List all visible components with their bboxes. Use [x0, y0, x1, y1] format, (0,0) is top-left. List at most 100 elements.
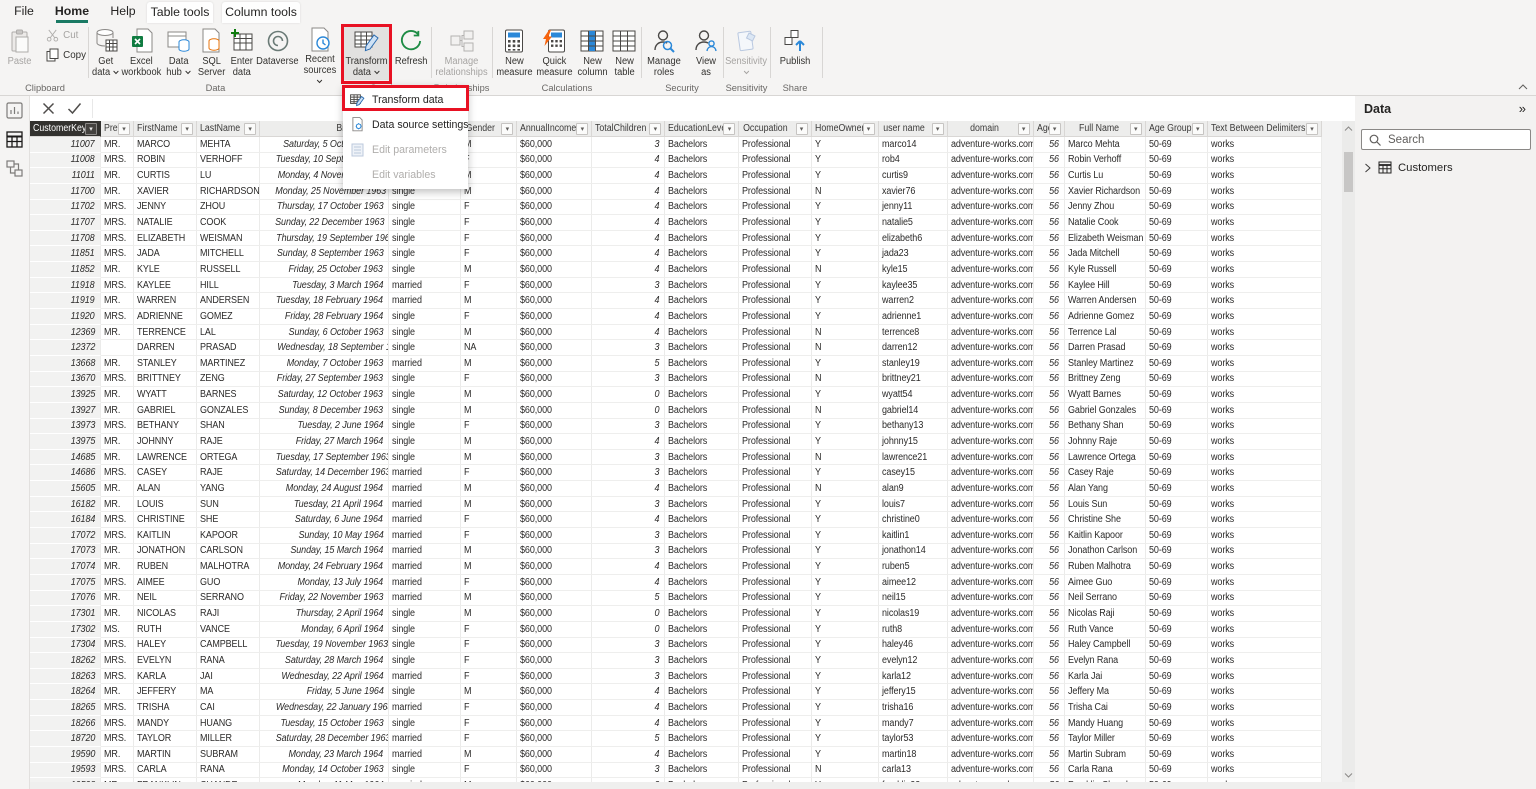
cell[interactable]: works	[1208, 716, 1322, 732]
column-header[interactable]: Prefix▾	[101, 121, 134, 137]
cell[interactable]: $60,000	[517, 684, 592, 700]
cell[interactable]: married	[389, 512, 461, 528]
cell[interactable]: F	[461, 231, 517, 247]
cell[interactable]: Y	[812, 356, 879, 372]
cell[interactable]: adventure-works.com	[948, 309, 1034, 325]
filter-dropdown-icon[interactable]: ▾	[649, 123, 661, 135]
cell[interactable]: MRS.	[101, 153, 134, 169]
cell[interactable]: Saturday, 6 June 1964	[260, 512, 389, 528]
cell[interactable]: 17072	[30, 528, 101, 544]
cell[interactable]: adventure-works.com	[948, 325, 1034, 341]
scrollbar-thumb[interactable]	[1344, 152, 1353, 192]
new-measure-button[interactable]: New measure	[495, 25, 534, 80]
cell[interactable]: F	[461, 653, 517, 669]
cell[interactable]: MRS.	[101, 309, 134, 325]
cell[interactable]: Thursday, 17 October 1963	[260, 200, 389, 216]
cell[interactable]: $60,000	[517, 200, 592, 216]
cell[interactable]: 50-69	[1146, 168, 1208, 184]
cell[interactable]: 4	[592, 512, 665, 528]
cell[interactable]: 56	[1034, 137, 1065, 153]
cell[interactable]: 18263	[30, 669, 101, 685]
cell[interactable]: 50-69	[1146, 465, 1208, 481]
cell[interactable]: Karla Jai	[1065, 669, 1146, 685]
cell[interactable]: works	[1208, 168, 1322, 184]
cell[interactable]: married	[389, 465, 461, 481]
cell[interactable]: MRS.	[101, 528, 134, 544]
cell[interactable]: single	[389, 325, 461, 341]
cell[interactable]: Adrienne Gomez	[1065, 309, 1146, 325]
cell[interactable]: Professional	[739, 669, 811, 685]
cell[interactable]: trisha16	[879, 700, 948, 716]
cell[interactable]: Bachelors	[665, 325, 739, 341]
cell[interactable]: BARNES	[197, 387, 260, 403]
cell[interactable]: $60,000	[517, 638, 592, 654]
cell[interactable]: 56	[1034, 544, 1065, 560]
cell[interactable]: adventure-works.com	[948, 168, 1034, 184]
column-header[interactable]: TotalChildren▾	[592, 121, 665, 137]
cell[interactable]: WYATT	[134, 387, 197, 403]
cell[interactable]: MR.	[101, 481, 134, 497]
cell[interactable]: COOK	[197, 215, 260, 231]
cell[interactable]: Professional	[739, 716, 811, 732]
cell[interactable]: works	[1208, 638, 1322, 654]
cell[interactable]: CARLSON	[197, 544, 260, 560]
cell[interactable]: N	[812, 450, 879, 466]
cell[interactable]: stanley19	[879, 356, 948, 372]
cell[interactable]: F	[461, 669, 517, 685]
cell[interactable]: works	[1208, 403, 1322, 419]
cell[interactable]: $60,000	[517, 622, 592, 638]
column-header[interactable]: LastName▾	[197, 121, 260, 137]
cell[interactable]: adventure-works.com	[948, 653, 1034, 669]
cell[interactable]: Professional	[739, 512, 811, 528]
cell[interactable]: 5	[592, 731, 665, 747]
filter-dropdown-icon[interactable]: ▾	[723, 123, 735, 135]
cell[interactable]: 56	[1034, 387, 1065, 403]
cell[interactable]: Saturday, 12 October 1963	[260, 387, 389, 403]
cell[interactable]: Monday, 24 February 1964	[260, 559, 389, 575]
cell[interactable]: 50-69	[1146, 638, 1208, 654]
cell[interactable]: Bachelors	[665, 419, 739, 435]
cell[interactable]: 3	[592, 278, 665, 294]
cell[interactable]: works	[1208, 653, 1322, 669]
cell[interactable]: Bachelors	[665, 606, 739, 622]
cell[interactable]: Professional	[739, 356, 811, 372]
cell[interactable]: $60,000	[517, 309, 592, 325]
cell[interactable]: Warren Andersen	[1065, 293, 1146, 309]
cell[interactable]: Bachelors	[665, 465, 739, 481]
cell[interactable]: MANDY	[134, 716, 197, 732]
paste-button[interactable]: Paste	[4, 25, 36, 80]
cell[interactable]: Bachelors	[665, 622, 739, 638]
cell[interactable]: $60,000	[517, 465, 592, 481]
menu-item-data-source-settings[interactable]: Data source settings	[343, 112, 468, 137]
cancel-formula-icon[interactable]	[42, 102, 55, 115]
cell[interactable]: Louis Sun	[1065, 497, 1146, 513]
cell[interactable]: Ruben Malhotra	[1065, 559, 1146, 575]
cell[interactable]: single	[389, 340, 461, 356]
cell[interactable]: Y	[812, 293, 879, 309]
cell[interactable]: Professional	[739, 278, 811, 294]
cell[interactable]: Y	[812, 387, 879, 403]
cell[interactable]: $60,000	[517, 512, 592, 528]
cell[interactable]: married	[389, 591, 461, 607]
cell[interactable]: 56	[1034, 731, 1065, 747]
cell[interactable]: JAI	[197, 669, 260, 685]
cell[interactable]: EVELYN	[134, 653, 197, 669]
cell[interactable]: MR.	[101, 606, 134, 622]
cell[interactable]: single	[389, 716, 461, 732]
cell[interactable]: SUN	[197, 497, 260, 513]
cell[interactable]: 3	[592, 450, 665, 466]
cell[interactable]: lawrence21	[879, 450, 948, 466]
cell[interactable]: $60,000	[517, 763, 592, 779]
cell[interactable]: CURTIS	[134, 168, 197, 184]
cell[interactable]: Y	[812, 606, 879, 622]
cell[interactable]: MITCHELL	[197, 246, 260, 262]
cell[interactable]: Bachelors	[665, 544, 739, 560]
cell[interactable]: 4	[592, 215, 665, 231]
filter-dropdown-icon[interactable]: ▾	[932, 123, 944, 135]
cell[interactable]: MR.	[101, 325, 134, 341]
cell[interactable]: single	[389, 419, 461, 435]
cell[interactable]: adventure-works.com	[948, 278, 1034, 294]
cell[interactable]: Jonathon Carlson	[1065, 544, 1146, 560]
cell[interactable]: $60,000	[517, 137, 592, 153]
cell[interactable]: Y	[812, 153, 879, 169]
